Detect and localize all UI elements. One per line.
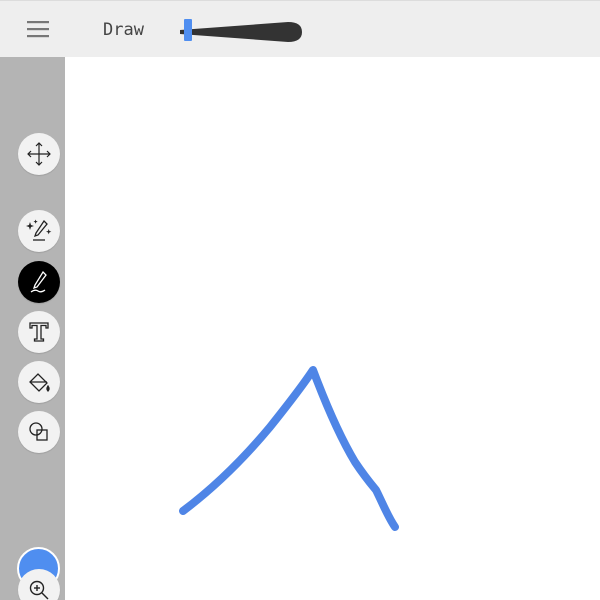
pen-tool-button[interactable] (18, 261, 60, 303)
drawing-canvas[interactable] (65, 57, 600, 600)
move-tool-button[interactable] (18, 133, 60, 175)
menu-button[interactable] (24, 17, 52, 41)
shapes-tool-button[interactable] (18, 411, 60, 453)
text-tool-button[interactable] (18, 311, 60, 353)
magic-pen-tool-button[interactable] (18, 210, 60, 252)
slider-handle (184, 19, 192, 41)
move-arrows-icon (27, 142, 51, 166)
drawn-stroke (179, 366, 399, 531)
top-toolbar: Draw (0, 0, 600, 57)
zoom-in-icon (29, 580, 49, 600)
sparkle-pen-icon (26, 219, 52, 241)
brush-width-slider[interactable] (176, 17, 306, 45)
shapes-icon (29, 422, 48, 441)
hamburger-menu-icon (27, 21, 49, 38)
mode-label: Draw (103, 20, 144, 40)
paint-bucket-icon (29, 373, 50, 392)
text-icon (29, 322, 49, 342)
pen-icon (30, 270, 47, 293)
tool-sidebar (0, 57, 65, 600)
fill-tool-button[interactable] (18, 361, 60, 403)
